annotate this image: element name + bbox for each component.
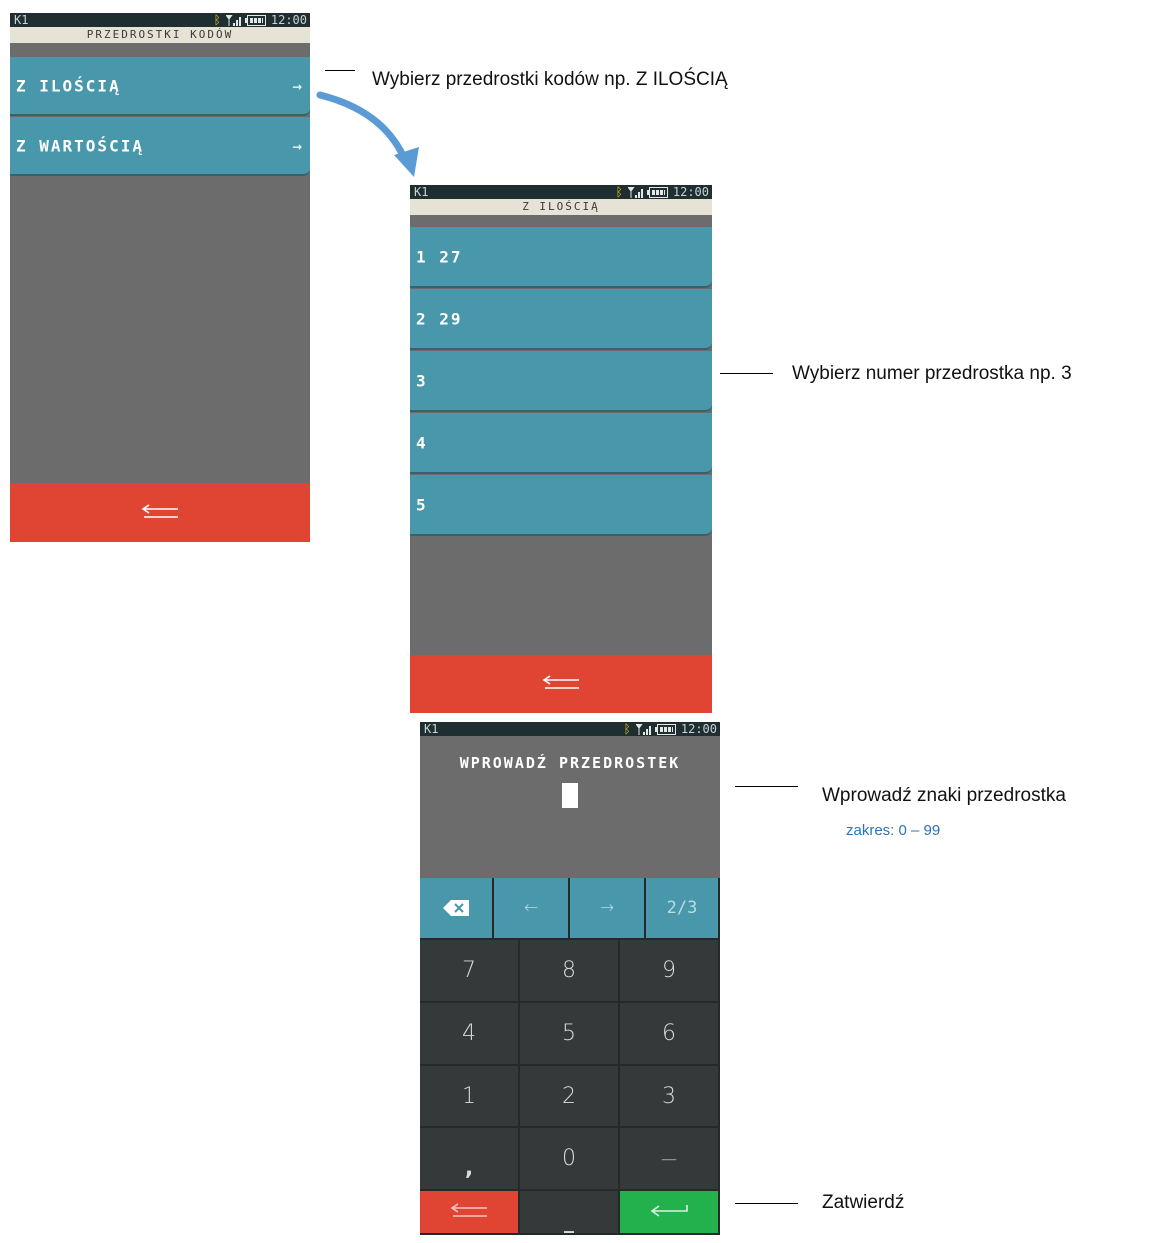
- key-1[interactable]: 1: [420, 1066, 520, 1128]
- signal-icon: [635, 723, 651, 735]
- signal-icon: [627, 186, 643, 198]
- enter-icon: [650, 1205, 688, 1217]
- key-minus[interactable]: —: [620, 1128, 720, 1191]
- key-label: 2: [562, 1083, 576, 1109]
- annotation-select-number: Wybierz numer przedrostka np. 3: [792, 363, 1072, 384]
- annotation-confirm: Zatwierdź: [822, 1192, 905, 1213]
- cursor-right-key[interactable]: →: [570, 878, 646, 940]
- cursor-left-key[interactable]: ←: [494, 878, 570, 940]
- menu-item-z-iloscia[interactable]: Z ILOŚCIĄ →: [10, 57, 310, 116]
- annotation-enter-chars: Wprowadź znaki przedrostka: [822, 785, 1066, 806]
- status-k1: K1: [424, 722, 439, 736]
- key-5[interactable]: 5: [520, 1003, 620, 1066]
- key-3[interactable]: 3: [620, 1066, 720, 1128]
- list-item-label: 5: [416, 495, 428, 514]
- keyboard-page-key[interactable]: 2/3: [646, 878, 720, 940]
- screen-title: Z ILOŚCIĄ: [410, 199, 712, 215]
- key-7[interactable]: 7: [420, 940, 520, 1003]
- menu-item-label: Z ILOŚCIĄ: [16, 76, 121, 95]
- key-label: 6: [662, 1021, 676, 1046]
- back-button[interactable]: [10, 483, 310, 542]
- back-button[interactable]: [420, 1191, 520, 1235]
- status-k1: K1: [414, 185, 429, 199]
- status-time: 12:00: [270, 13, 307, 27]
- back-icon: [141, 504, 178, 518]
- screen-prefix-menu: K1 ᛒ 12:00 PRZEDROSTKI KODÓW Z ILOŚCIĄ →…: [10, 13, 310, 542]
- annotation-line: [325, 70, 355, 71]
- menu-item-label: Z WARTOŚCIĄ: [16, 136, 144, 155]
- list-item-5[interactable]: 5: [410, 475, 712, 536]
- list-item-3[interactable]: 3: [410, 351, 712, 412]
- arrow-right-icon: →: [292, 136, 304, 155]
- back-button[interactable]: [410, 655, 712, 713]
- input-cursor[interactable]: [562, 783, 578, 808]
- back-icon: [450, 1203, 487, 1217]
- list-item-label: 4: [416, 433, 428, 452]
- signal-icon: [225, 14, 241, 26]
- key-label: 0: [562, 1146, 576, 1171]
- backspace-key[interactable]: [420, 878, 494, 940]
- space-key[interactable]: _: [520, 1191, 620, 1235]
- back-icon: [542, 675, 579, 689]
- key-label: 1: [462, 1083, 476, 1109]
- key-label: 8: [562, 958, 576, 983]
- screen-prefix-input: K1 ᛒ 12:00 WPROWADŹ PRZEDROSTEK ← → 2/3 …: [420, 722, 720, 1235]
- status-bar: K1 ᛒ 12:00: [10, 13, 310, 27]
- annotation-range: zakres: 0 – 99: [846, 822, 941, 839]
- annotation-line: [735, 786, 798, 787]
- battery-icon: [244, 14, 266, 26]
- key-6[interactable]: 6: [620, 1003, 720, 1066]
- arrow-right-icon: →: [599, 898, 615, 918]
- key-2[interactable]: 2: [520, 1066, 620, 1128]
- key-label: 3: [662, 1083, 676, 1109]
- list-item-1[interactable]: 1 27: [410, 227, 712, 288]
- annotation-line: [720, 373, 773, 374]
- bluetooth-icon: ᛒ: [623, 722, 631, 736]
- battery-icon: [646, 186, 668, 198]
- list-item-label: 2 29: [416, 309, 463, 328]
- key-label: ,: [464, 1156, 474, 1181]
- battery-icon: [654, 723, 676, 735]
- key-4[interactable]: 4: [420, 1003, 520, 1066]
- bluetooth-icon: ᛒ: [615, 185, 623, 199]
- list-item-2[interactable]: 2 29: [410, 289, 712, 350]
- backspace-icon: [443, 900, 469, 916]
- input-prompt: WPROWADŹ PRZEDROSTEK: [459, 754, 681, 772]
- key-label: —: [661, 1149, 677, 1168]
- key-label: 5: [562, 1021, 576, 1046]
- status-bar: K1 ᛒ 12:00: [420, 722, 720, 736]
- status-time: 12:00: [672, 185, 709, 199]
- key-label: _: [564, 1209, 574, 1233]
- bluetooth-icon: ᛒ: [213, 13, 221, 27]
- confirm-button[interactable]: [620, 1191, 720, 1235]
- status-bar: K1 ᛒ 12:00: [410, 185, 712, 199]
- page-indicator: 2/3: [666, 898, 698, 918]
- key-9[interactable]: 9: [620, 940, 720, 1003]
- menu-item-z-wartoscia[interactable]: Z WARTOŚCIĄ →: [10, 117, 310, 176]
- list-item-4[interactable]: 4: [410, 413, 712, 474]
- list-item-label: 1 27: [416, 247, 463, 266]
- key-comma[interactable]: ,: [420, 1128, 520, 1191]
- arrow-left-icon: ←: [523, 898, 539, 918]
- key-label: 4: [462, 1021, 476, 1046]
- screen-prefix-list: K1 ᛒ 12:00 Z ILOŚCIĄ 1 27 2 29 3 4 5: [410, 185, 712, 713]
- key-label: 7: [462, 958, 476, 983]
- list-item-label: 3: [416, 371, 428, 390]
- key-0[interactable]: 0: [520, 1128, 620, 1191]
- status-time: 12:00: [680, 722, 717, 736]
- status-k1: K1: [14, 13, 29, 27]
- key-8[interactable]: 8: [520, 940, 620, 1003]
- flow-arrow-icon: [316, 91, 419, 177]
- arrow-right-icon: →: [292, 76, 304, 95]
- annotation-line: [735, 1203, 798, 1204]
- screen-title: PRZEDROSTKI KODÓW: [10, 27, 310, 43]
- key-label: 9: [662, 958, 676, 983]
